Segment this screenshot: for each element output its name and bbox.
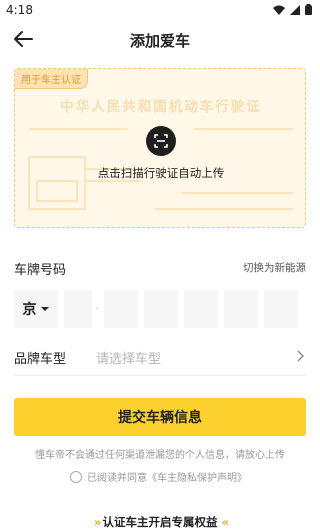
agreement-prefix: 已阅读并同意: [87, 473, 147, 484]
plate-input-row: 京 ·: [14, 290, 306, 328]
card-watermark: 中华人民共和国机动车行驶证: [60, 99, 262, 115]
license-scan-card[interactable]: 用于车主认证 中华人民共和国机动车行驶证 点击扫描行驶证自动上传: [14, 68, 306, 228]
brand-label: 品牌车型: [14, 352, 67, 367]
card-tag: 用于车主认证: [15, 69, 88, 89]
scan-label: 点击扫描行驶证自动上传: [97, 166, 225, 180]
status-icons: [273, 4, 312, 15]
submit-button[interactable]: 提交车辆信息: [14, 398, 306, 436]
status-time: 4:18: [6, 3, 33, 17]
plate-separator: ·: [95, 303, 99, 315]
caret-down-icon: [40, 307, 49, 311]
plate-label: 车牌号码: [14, 263, 67, 278]
double-chevron-icon: »: [94, 515, 102, 529]
brand-placeholder: 请选择车型: [96, 352, 162, 367]
switch-new-energy-link[interactable]: 切换为新能源: [243, 260, 306, 275]
signal-icon: [290, 4, 300, 15]
nav-bar: 添加爱车: [0, 24, 320, 56]
benefit-banner[interactable]: » 认证车主开启专属权益 «: [0, 514, 320, 529]
plate-char-6[interactable]: [264, 290, 298, 328]
plate-char-4[interactable]: [184, 290, 218, 328]
scan-button[interactable]: [146, 126, 176, 156]
agreement-row: 已阅读并同意 《车主隐私保护声明》: [70, 469, 247, 484]
scan-icon: [154, 134, 168, 148]
status-bar: 4:18: [0, 0, 320, 22]
chevron-right-icon: [297, 350, 304, 362]
wifi-icon: [273, 5, 285, 15]
plate-char-1[interactable]: [64, 290, 92, 328]
battery-icon: [305, 4, 312, 15]
plate-char-2[interactable]: [104, 290, 138, 328]
double-chevron-icon: «: [221, 515, 230, 529]
province-value: 京: [22, 302, 37, 318]
privacy-note: 懂车帝不会通过任何渠道泄漏您的个人信息，请放心上传: [35, 450, 285, 461]
plate-char-3[interactable]: [144, 290, 178, 328]
agree-checkbox[interactable]: [70, 470, 82, 483]
brand-model-selector[interactable]: 品牌车型 请选择车型: [14, 340, 306, 376]
page-title: 添加爱车: [129, 32, 190, 50]
benefit-label: 认证车主开启专属权益: [102, 515, 218, 529]
province-selector[interactable]: 京: [14, 290, 58, 328]
privacy-policy-link[interactable]: 《车主隐私保护声明》: [147, 469, 247, 484]
plate-char-5[interactable]: [224, 290, 258, 328]
